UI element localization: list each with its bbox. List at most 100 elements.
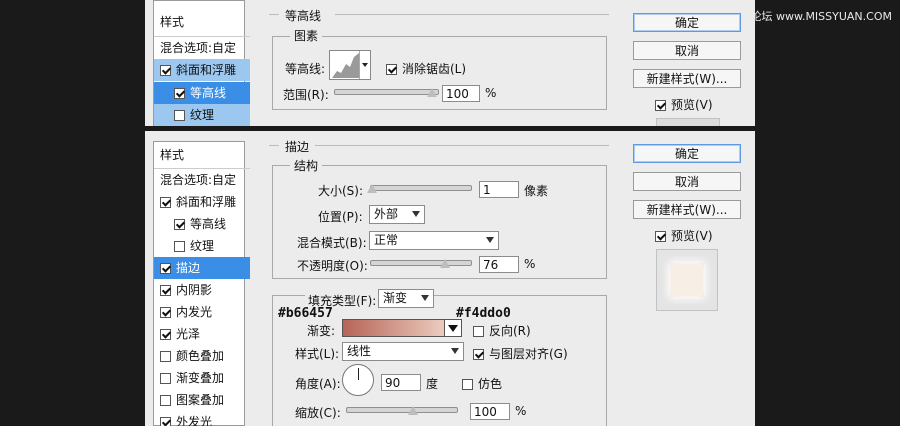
sidebar-item-bevel-emboss[interactable]: 斜面和浮雕 — [154, 59, 250, 81]
contour-curve-icon — [332, 53, 359, 78]
antialias-checkbox[interactable] — [386, 64, 397, 75]
inner-glow-checkbox[interactable] — [160, 307, 171, 318]
cancel-button[interactable]: 取消 — [633, 41, 741, 60]
sidebar-item-inner-glow[interactable]: 内发光 — [154, 301, 250, 323]
texture-checkbox[interactable] — [174, 241, 185, 252]
contour-checkbox[interactable] — [174, 88, 185, 99]
reverse-checkbox[interactable] — [473, 326, 484, 337]
angle-dial[interactable] — [342, 364, 374, 396]
styles-header: 样式 — [160, 148, 185, 162]
fill-type-select[interactable]: 渐变 — [378, 289, 434, 308]
size-unit: 像素 — [524, 184, 549, 198]
align-with-layer-label: 与图层对齐(G) — [489, 347, 568, 361]
opacity-input[interactable]: 76 — [479, 256, 519, 273]
size-label: 大小(S): — [318, 184, 364, 198]
blend-mode-value: 正常 — [374, 233, 399, 247]
sidebar-item-label: 渐变叠加 — [176, 371, 225, 385]
sidebar-item-contour[interactable]: 等高线 — [154, 213, 250, 235]
opacity-slider[interactable] — [370, 260, 472, 266]
blend-mode-select[interactable]: 正常 — [369, 231, 499, 250]
range-slider-thumb[interactable] — [427, 88, 437, 97]
gradient-overlay-checkbox[interactable] — [160, 373, 171, 384]
size-input[interactable]: 1 — [479, 181, 519, 198]
preview-option[interactable]: 预览(V) — [655, 227, 713, 244]
sidebar-item-label: 外发光 — [176, 415, 213, 426]
preview-checkbox[interactable] — [655, 231, 666, 242]
sidebar-item-pattern-overlay[interactable]: 图案叠加 — [154, 389, 250, 411]
sidebar-item-label: 纹理 — [190, 239, 215, 253]
opacity-unit: % — [524, 257, 536, 271]
sidebar-item-label: 描边 — [176, 261, 201, 275]
preview-swatch — [671, 264, 703, 296]
styles-list: 样式 混合选项:自定 斜面和浮雕 等高线 纹理 描边 内阴影 内发光 光泽 颜色… — [153, 141, 250, 426]
contour-dropdown-arrow-icon[interactable] — [359, 51, 370, 79]
inner-shadow-checkbox[interactable] — [160, 285, 171, 296]
angle-label: 角度(A): — [295, 377, 341, 391]
antialias-option[interactable]: 消除锯齿(L) — [386, 60, 466, 77]
sidebar-item-color-overlay[interactable]: 颜色叠加 — [154, 345, 250, 367]
dither-label: 仿色 — [478, 377, 503, 391]
angle-input[interactable]: 90 — [381, 374, 421, 391]
sidebar-item-label: 颜色叠加 — [176, 349, 225, 363]
sidebar-item-label: 等高线 — [190, 86, 227, 100]
preview-option[interactable]: 预览(V) — [655, 96, 713, 113]
contour-picker[interactable] — [329, 50, 371, 80]
gradient-style-value: 线性 — [347, 344, 372, 358]
fill-type-value: 渐变 — [383, 291, 408, 305]
bevel-emboss-checkbox[interactable] — [160, 65, 171, 76]
bevel-emboss-checkbox[interactable] — [160, 197, 171, 208]
align-with-layer-checkbox[interactable] — [473, 349, 484, 360]
range-slider[interactable] — [334, 89, 439, 95]
scale-unit: % — [515, 404, 527, 418]
range-label: 范围(R): — [283, 88, 329, 102]
color-overlay-checkbox[interactable] — [160, 351, 171, 362]
gradient-style-select[interactable]: 线性 — [342, 342, 464, 361]
sidebar-item-label: 斜面和浮雕 — [176, 195, 237, 209]
preview-checkbox[interactable] — [655, 100, 666, 111]
sidebar-item-gradient-overlay[interactable]: 渐变叠加 — [154, 367, 250, 389]
align-with-layer-option[interactable]: 与图层对齐(G) — [473, 345, 568, 362]
sidebar-item-texture[interactable]: 纹理 — [154, 104, 250, 126]
ok-button[interactable]: 确定 — [633, 13, 741, 32]
section-divider — [315, 145, 609, 146]
stroke-checkbox[interactable] — [160, 263, 171, 274]
sidebar-item-stroke[interactable]: 描边 — [154, 257, 250, 279]
gradient-picker[interactable] — [342, 319, 462, 337]
new-style-button[interactable]: 新建样式(W)... — [633, 200, 741, 219]
dither-option[interactable]: 仿色 — [462, 375, 502, 392]
gradient-end-annotation: #f4ddo0 — [456, 306, 511, 321]
gradient-start-annotation: #b66457 — [278, 306, 333, 321]
size-slider-thumb[interactable] — [367, 184, 377, 193]
sidebar-item-bevel-emboss[interactable]: 斜面和浮雕 — [154, 191, 250, 213]
sidebar-item-blending-options[interactable]: 混合选项:自定 — [154, 168, 250, 191]
position-select[interactable]: 外部 — [369, 205, 425, 224]
sidebar-item-texture[interactable]: 纹理 — [154, 235, 250, 257]
range-unit: % — [485, 86, 497, 100]
sidebar-item-inner-shadow[interactable]: 内阴影 — [154, 279, 250, 301]
satin-checkbox[interactable] — [160, 329, 171, 340]
gradient-dropdown-arrow-icon[interactable] — [444, 320, 461, 336]
pattern-overlay-checkbox[interactable] — [160, 395, 171, 406]
contour-checkbox[interactable] — [174, 219, 185, 230]
ok-button[interactable]: 确定 — [633, 144, 741, 163]
sidebar-item-satin[interactable]: 光泽 — [154, 323, 250, 345]
reverse-option[interactable]: 反向(R) — [473, 322, 531, 339]
sidebar-item-blending-options[interactable]: 混合选项:自定 — [154, 36, 250, 59]
scale-slider-thumb[interactable] — [408, 406, 418, 415]
range-input[interactable]: 100 — [442, 85, 480, 102]
scale-slider[interactable] — [346, 407, 458, 413]
dither-checkbox[interactable] — [462, 379, 473, 390]
cancel-button[interactable]: 取消 — [633, 172, 741, 191]
section-divider — [335, 14, 609, 15]
size-slider[interactable] — [370, 185, 472, 191]
chevron-down-icon — [421, 295, 429, 301]
scale-input[interactable]: 100 — [470, 403, 510, 420]
sidebar-item-contour[interactable]: 等高线 — [154, 82, 250, 104]
outer-glow-checkbox[interactable] — [160, 417, 171, 426]
blend-mode-label: 混合模式(B): — [297, 236, 367, 250]
sidebar-item-outer-glow[interactable]: 外发光 — [154, 411, 250, 426]
opacity-slider-thumb[interactable] — [440, 259, 450, 268]
texture-checkbox[interactable] — [174, 110, 185, 121]
new-style-button[interactable]: 新建样式(W)... — [633, 69, 741, 88]
contour-label: 等高线: — [285, 62, 326, 76]
